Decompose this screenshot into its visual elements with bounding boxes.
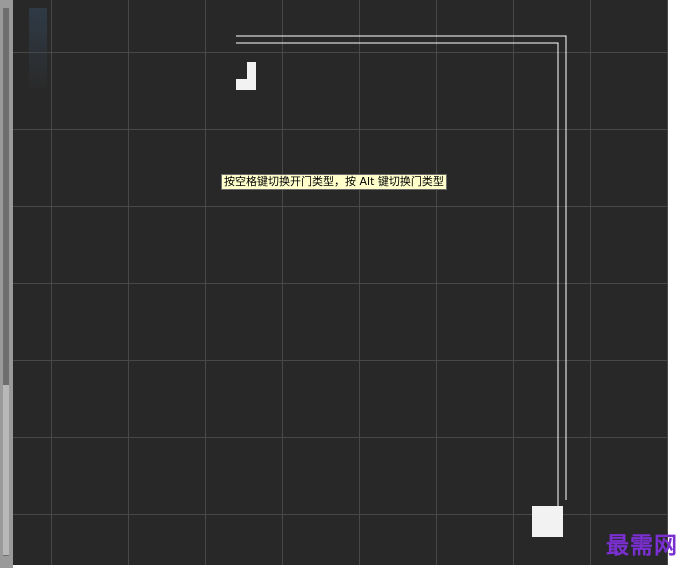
wall-outline (236, 35, 567, 507)
square-grip-icon[interactable] (532, 506, 563, 537)
command-tooltip: 按空格键切换开门类型，按 Alt 键切换门类型 (221, 174, 447, 190)
drawing-canvas[interactable]: 按空格键切换开门类型，按 Alt 键切换门类型 (13, 0, 668, 565)
wall-line-outer (236, 35, 567, 500)
wall-line-inner (236, 42, 559, 507)
watermark-logo: 最需网 (606, 532, 678, 559)
vertical-scrollbar[interactable] (0, 0, 13, 568)
grip-notch (236, 62, 247, 79)
scrollbar-track-segment[interactable] (3, 385, 9, 555)
